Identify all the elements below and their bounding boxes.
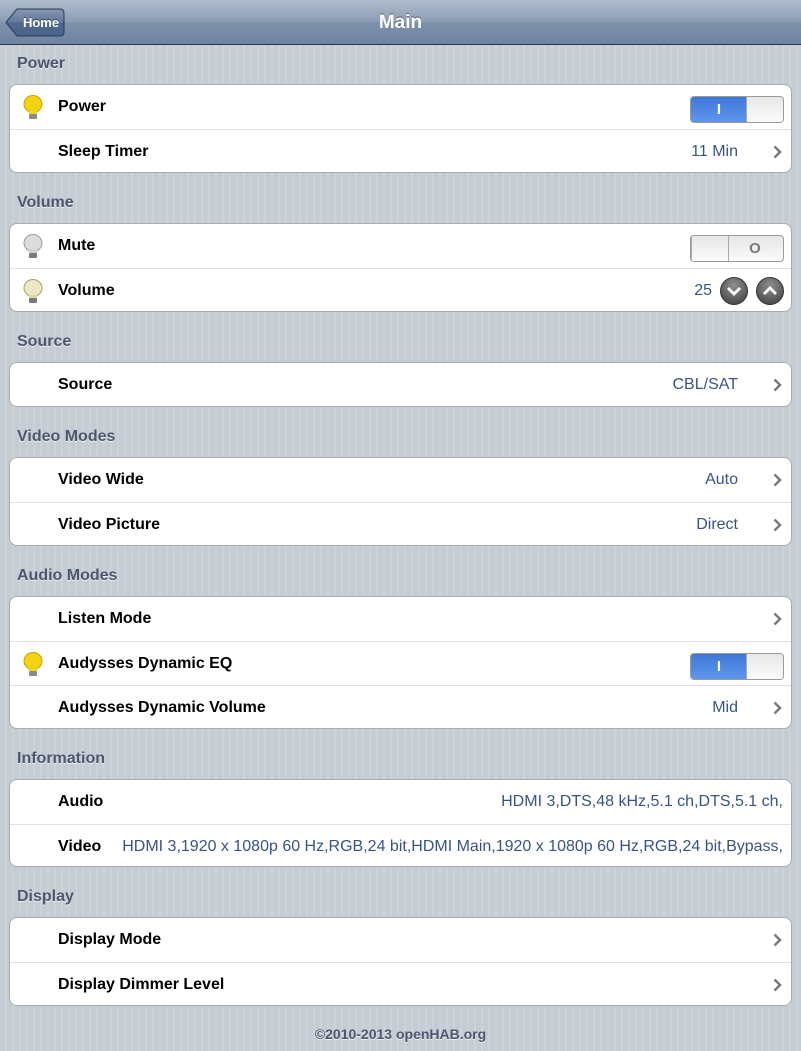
- toggle-on-label: I: [691, 97, 747, 122]
- volume-label: Volume: [58, 282, 115, 299]
- toggle-knob[interactable]: [746, 654, 783, 679]
- volume-down-button[interactable]: [720, 277, 748, 305]
- group-information: Audio HDMI 3,DTS,48 kHz,5.1 ch,DTS,5.1 c…: [9, 779, 792, 867]
- audio-info-value: HDMI 3,DTS,48 kHz,5.1 ch,DTS,5.1 ch,: [501, 793, 783, 810]
- chevron-up-circle-icon: [763, 286, 777, 295]
- dynamic-volume-label: Audysses Dynamic Volume: [58, 699, 266, 716]
- row-source[interactable]: Source CBL/SAT: [10, 363, 791, 406]
- toggle-knob[interactable]: [691, 236, 729, 261]
- video-info-value: HDMI 3,1920 x 1080p 60 Hz,RGB,24 bit,HDM…: [122, 838, 783, 855]
- light-bulb-on-icon: [23, 95, 43, 119]
- row-audio-info: Audio HDMI 3,DTS,48 kHz,5.1 ch,DTS,5.1 c…: [10, 780, 791, 824]
- section-title-display: Display: [17, 888, 74, 905]
- chevron-down-circle-icon: [727, 287, 741, 296]
- audio-info-label: Audio: [58, 793, 104, 810]
- row-display-mode[interactable]: Display Mode: [10, 918, 791, 962]
- chevron-right-icon: [773, 378, 782, 392]
- sleep-timer-value: 11 Min: [691, 143, 738, 160]
- chevron-right-icon: [773, 933, 782, 947]
- sleep-timer-label: Sleep Timer: [58, 143, 149, 160]
- group-source: Source CBL/SAT: [9, 362, 792, 407]
- display-mode-label: Display Mode: [58, 931, 162, 948]
- group-display: Display Mode Display Dimmer Level: [9, 917, 792, 1006]
- chevron-right-icon: [773, 701, 782, 715]
- light-bulb-dim-icon: [23, 279, 43, 303]
- row-dynamic-volume[interactable]: Audysses Dynamic Volume Mid: [10, 685, 791, 728]
- chevron-right-icon: [773, 145, 782, 159]
- section-title-power: Power: [17, 55, 66, 72]
- footer-copyright: ©2010-2013 openHAB.org: [314, 1026, 487, 1042]
- video-wide-value: Auto: [705, 471, 738, 488]
- power-toggle[interactable]: I: [690, 96, 784, 123]
- section-title-video-modes: Video Modes: [17, 428, 116, 445]
- group-power: Power I Sleep Timer 11 Min: [9, 84, 792, 173]
- source-label: Source: [58, 376, 113, 393]
- toggle-knob[interactable]: [746, 97, 783, 122]
- row-sleep-timer[interactable]: Sleep Timer 11 Min: [10, 129, 791, 172]
- group-video-modes: Video Wide Auto Video Picture Direct: [9, 457, 792, 546]
- row-video-info: Video HDMI 3,1920 x 1080p 60 Hz,RGB,24 b…: [10, 824, 791, 866]
- source-value: CBL/SAT: [672, 376, 739, 393]
- navigation-bar: Home Main: [0, 0, 801, 45]
- video-wide-label: Video Wide: [58, 471, 144, 488]
- section-title-information: Information: [17, 750, 105, 767]
- section-title-source: Source: [17, 333, 72, 350]
- display-dimmer-level-label: Display Dimmer Level: [58, 976, 225, 993]
- row-mute[interactable]: Mute O: [10, 224, 791, 268]
- video-info-label: Video: [58, 838, 102, 855]
- page-title: Main: [378, 12, 423, 33]
- mute-label: Mute: [58, 237, 96, 254]
- video-picture-label: Video Picture: [58, 516, 160, 533]
- light-bulb-on-icon: [23, 652, 43, 676]
- power-label: Power: [58, 98, 107, 115]
- toggle-off-label: O: [749, 240, 761, 257]
- chevron-right-icon: [773, 473, 782, 487]
- group-audio-modes: Listen Mode Audysses Dynamic EQ I Audyss…: [9, 596, 792, 729]
- section-title-volume: Volume: [17, 194, 74, 211]
- toggle-on-label: I: [691, 654, 747, 679]
- group-volume: Mute O Volume 25: [9, 223, 792, 312]
- dynamic-volume-value: Mid: [712, 699, 738, 716]
- row-video-picture[interactable]: Video Picture Direct: [10, 502, 791, 545]
- mute-toggle[interactable]: O: [690, 235, 784, 262]
- volume-up-button[interactable]: [756, 277, 784, 305]
- dynamic-eq-toggle[interactable]: I: [690, 653, 784, 680]
- chevron-right-icon: [773, 518, 782, 532]
- chevron-right-icon: [773, 612, 782, 626]
- row-video-wide[interactable]: Video Wide Auto: [10, 458, 791, 502]
- row-volume: Volume 25: [10, 268, 791, 311]
- light-bulb-off-icon: [23, 234, 43, 258]
- dynamic-eq-label: Audysses Dynamic EQ: [58, 655, 233, 672]
- row-power[interactable]: Power I: [10, 85, 791, 129]
- row-display-dimmer-level[interactable]: Display Dimmer Level: [10, 962, 791, 1005]
- row-listen-mode[interactable]: Listen Mode: [10, 597, 791, 641]
- listen-mode-label: Listen Mode: [58, 610, 152, 627]
- chevron-right-icon: [773, 978, 782, 992]
- row-dynamic-eq[interactable]: Audysses Dynamic EQ I: [10, 641, 791, 685]
- volume-value: 25: [694, 282, 712, 299]
- section-title-audio-modes: Audio Modes: [17, 567, 118, 584]
- video-picture-value: Direct: [696, 516, 738, 533]
